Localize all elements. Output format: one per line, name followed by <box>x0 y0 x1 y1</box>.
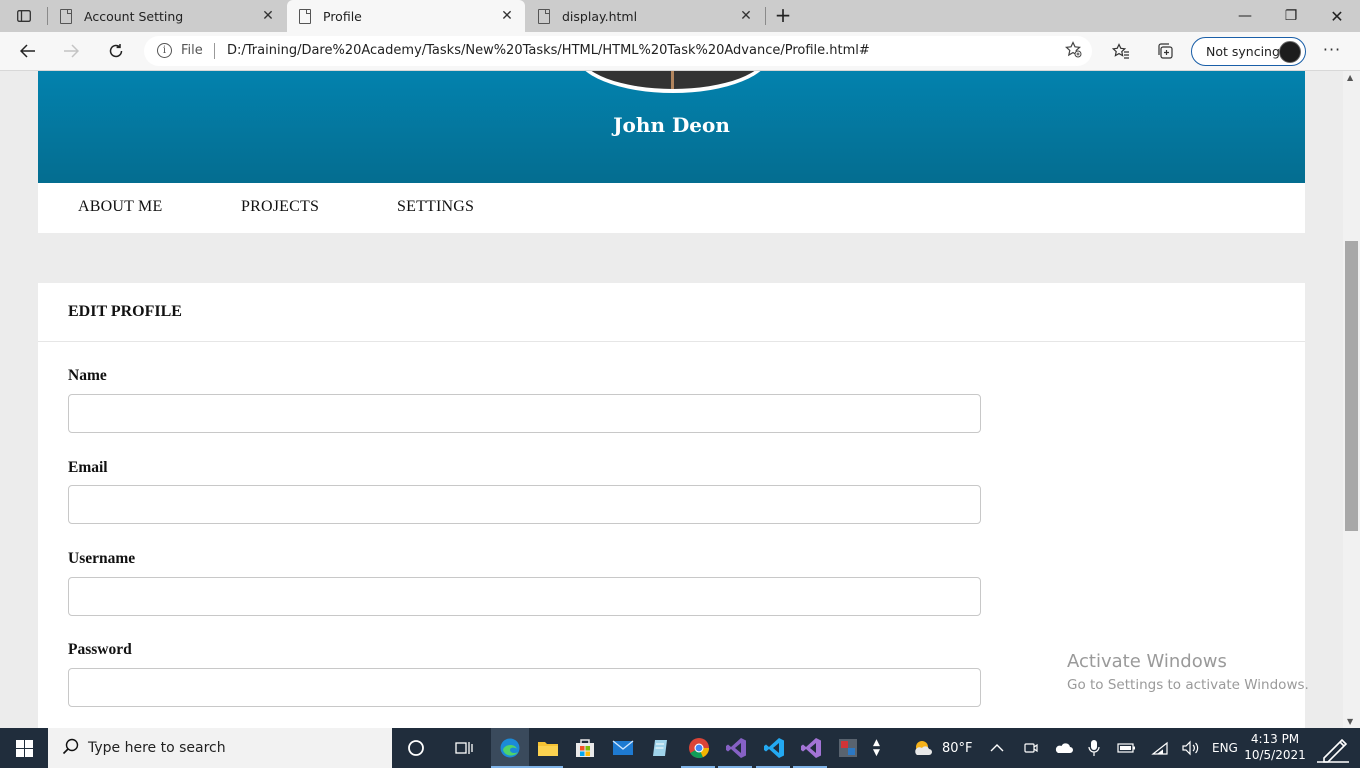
store-icon[interactable] <box>572 736 598 760</box>
page-icon <box>538 8 550 24</box>
name-label: Name <box>68 367 107 384</box>
scroll-thumb[interactable] <box>1345 241 1358 531</box>
windows-taskbar: Type here to search ▲ ▼ 80°F ENG 4:13 PM… <box>0 728 1360 768</box>
cortana-icon[interactable] <box>403 736 429 760</box>
more-options-icon[interactable]: ··· <box>1320 40 1344 62</box>
tab-strip: Account Setting ✕ Profile ✕ display.html… <box>0 0 1360 32</box>
task-view-icon[interactable] <box>451 736 477 760</box>
menu-item-about-me[interactable]: ABOUT ME <box>78 198 162 216</box>
input-language[interactable]: ENG <box>1212 728 1238 768</box>
volume-icon[interactable] <box>1181 728 1201 768</box>
page-viewport: John Deon ABOUT ME PROJECTS SETTINGS EDI… <box>0 71 1343 728</box>
menu-item-settings[interactable]: SETTINGS <box>397 198 474 216</box>
clock-time: 4:13 PM <box>1250 732 1300 746</box>
profile-photo <box>575 71 771 93</box>
tab-account-setting[interactable]: Account Setting ✕ <box>48 0 286 32</box>
mail-icon[interactable] <box>610 736 636 760</box>
tab-actions-button[interactable] <box>8 4 40 28</box>
password-input[interactable] <box>68 668 981 707</box>
card-title: EDIT PROFILE <box>68 303 182 320</box>
email-label: Email <box>68 459 108 476</box>
tab-title: display.html <box>562 8 638 24</box>
profile-banner: John Deon <box>38 71 1305 183</box>
weather-sun-icon <box>915 741 932 755</box>
visual-studio-icon[interactable] <box>723 736 749 760</box>
weather-temp: 80°F <box>942 740 973 756</box>
search-icon <box>62 738 79 759</box>
visual-studio-preview-icon[interactable] <box>798 736 824 760</box>
wifi-icon[interactable] <box>1151 728 1169 768</box>
onedrive-icon[interactable] <box>1054 728 1074 768</box>
chevron-up-icon[interactable] <box>990 728 1004 768</box>
vscode-icon[interactable] <box>761 736 787 760</box>
tab-separator <box>765 7 766 25</box>
scheme-label: File <box>181 43 203 58</box>
minimize-button[interactable]: — <box>1222 0 1268 32</box>
url-text[interactable]: D:/Training/Dare%20Academy/Tasks/New%20T… <box>227 43 870 58</box>
arrow-right-icon <box>64 44 79 58</box>
scroll-up-icon[interactable]: ▲ <box>1347 73 1353 82</box>
taskbar-clock[interactable]: 4:13 PM 10/5/2021 <box>1244 731 1306 763</box>
tab-profile[interactable]: Profile ✕ <box>287 0 525 32</box>
address-divider <box>214 43 215 59</box>
tab-close-button[interactable]: ✕ <box>260 8 276 24</box>
activate-windows-subtitle: Go to Settings to activate Windows. <box>1067 677 1309 693</box>
name-input[interactable] <box>68 394 981 433</box>
username-label: Username <box>68 550 136 567</box>
show-hidden-icons[interactable]: ▲ ▼ <box>873 728 880 768</box>
file-explorer-icon[interactable] <box>535 736 561 760</box>
tab-title: Profile <box>323 8 362 24</box>
microphone-icon[interactable] <box>1088 728 1100 768</box>
refresh-icon <box>109 44 123 58</box>
menu-item-projects[interactable]: PROJECTS <box>241 198 319 216</box>
search-placeholder: Type here to search <box>88 740 226 756</box>
page-icon <box>60 8 72 24</box>
card-divider <box>38 341 1305 342</box>
clock-date: 10/5/2021 <box>1244 748 1306 762</box>
refresh-button[interactable] <box>102 38 130 64</box>
tab-display[interactable]: display.html ✕ <box>526 0 764 32</box>
weather-widget[interactable]: 80°F <box>912 728 973 768</box>
taskbar-search[interactable]: Type here to search <box>48 728 392 768</box>
chrome-icon[interactable] <box>686 736 712 760</box>
profile-name: John Deon <box>613 113 730 137</box>
email-input[interactable] <box>68 485 981 524</box>
edge-icon[interactable] <box>497 736 523 760</box>
profile-menu: ABOUT ME PROJECTS SETTINGS <box>38 183 1305 233</box>
tab-title: Account Setting <box>84 8 184 24</box>
battery-icon[interactable] <box>1117 728 1137 768</box>
page-scrollbar[interactable]: ▲ ▼ <box>1343 71 1360 728</box>
pen-workspace-icon[interactable] <box>1314 728 1352 768</box>
add-favorite-icon[interactable] <box>1065 41 1082 62</box>
info-icon[interactable]: i <box>157 43 172 58</box>
tab-close-button[interactable]: ✕ <box>738 8 754 24</box>
app-window-icon[interactable] <box>835 736 861 760</box>
start-button[interactable] <box>0 728 48 768</box>
sync-status: Not syncing <box>1206 44 1280 59</box>
notes-icon[interactable] <box>647 736 673 760</box>
favorites-icon[interactable] <box>1109 40 1133 62</box>
restore-button[interactable]: ❐ <box>1268 0 1314 32</box>
profile-avatar <box>1279 41 1301 63</box>
profile-button[interactable]: Not syncing <box>1191 37 1306 66</box>
collections-icon[interactable] <box>1153 40 1177 62</box>
forward-button[interactable] <box>57 38 85 64</box>
new-tab-button[interactable]: + <box>770 4 796 28</box>
password-label: Password <box>68 641 132 658</box>
scroll-down-icon[interactable]: ▼ <box>1347 717 1353 726</box>
activate-windows-title: Activate Windows <box>1067 651 1227 672</box>
tab-actions-icon <box>17 10 31 22</box>
arrow-left-icon <box>20 44 35 58</box>
browser-toolbar: i File D:/Training/Dare%20Academy/Tasks/… <box>0 32 1360 71</box>
back-button[interactable] <box>14 38 42 64</box>
windows-logo-icon <box>15 739 33 757</box>
meet-now-icon[interactable] <box>1023 728 1039 768</box>
page-icon <box>299 8 311 24</box>
username-input[interactable] <box>68 577 981 616</box>
tab-close-button[interactable]: ✕ <box>499 8 515 24</box>
window-close-button[interactable]: ✕ <box>1314 0 1360 32</box>
address-bar[interactable]: i File D:/Training/Dare%20Academy/Tasks/… <box>144 36 1092 66</box>
